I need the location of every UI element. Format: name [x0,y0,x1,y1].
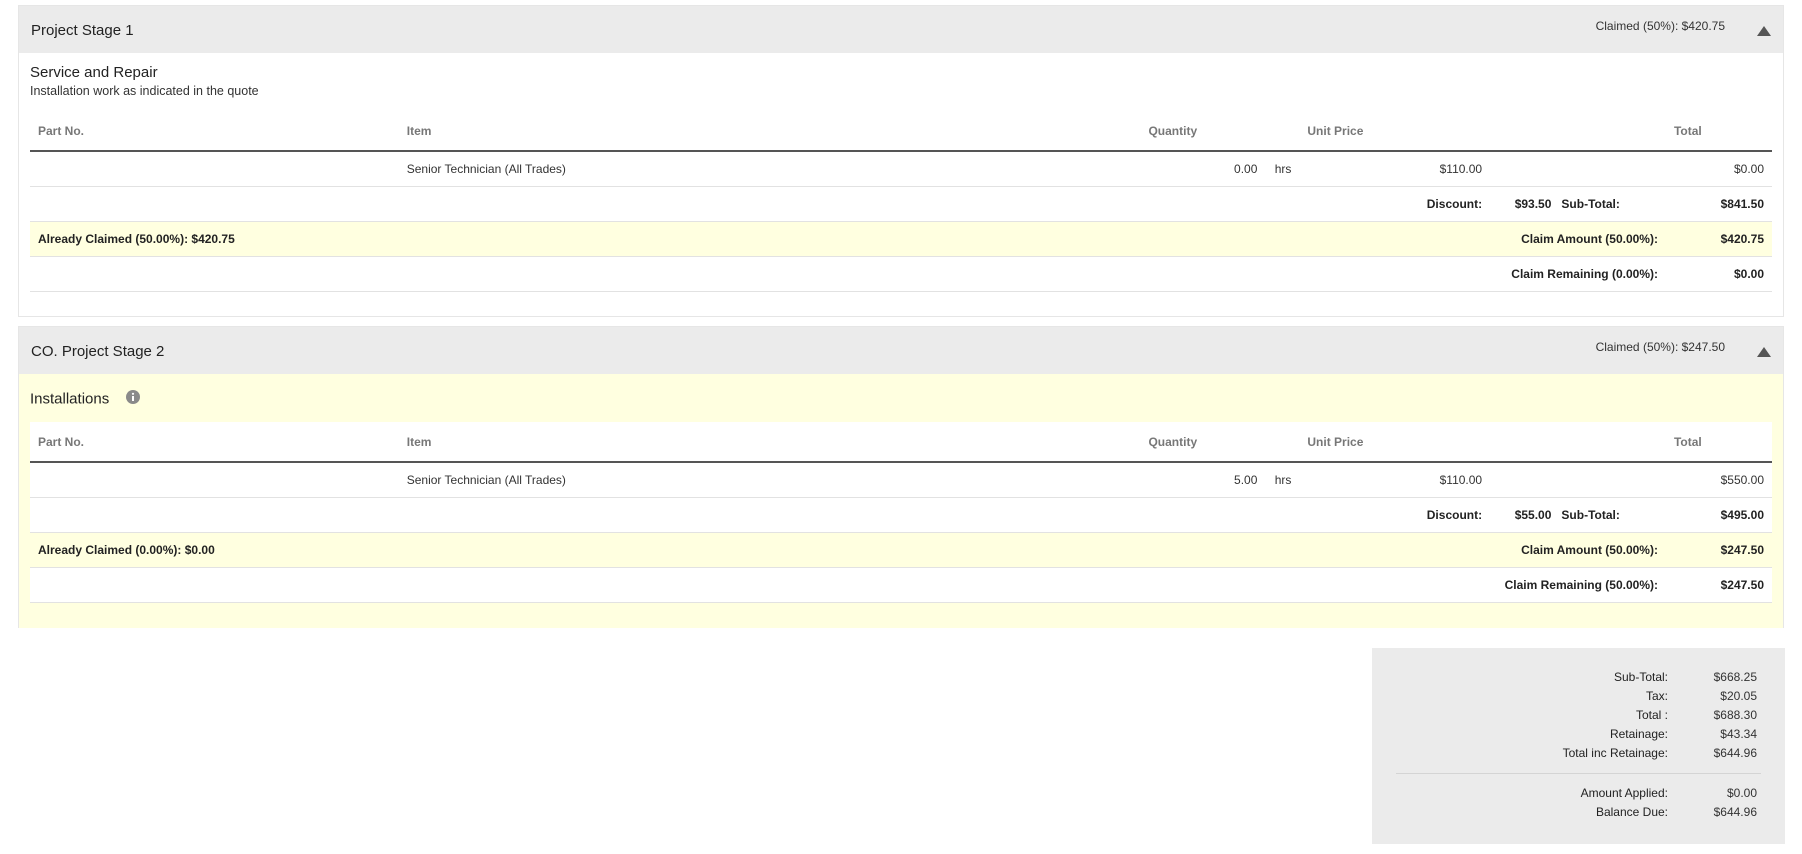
column-header-part-no: Part No. [30,422,399,463]
stage-2-claimed-summary: Claimed (50%): $247.50 [1595,340,1725,354]
cell-quantity: 5.00 hrs [1140,462,1300,498]
column-header-total: Total [1665,111,1772,152]
section-title: Service and Repair [30,64,158,81]
totals-total-row: Total : $688.30 [1372,708,1785,726]
column-header-unit-price: Unit Price [1299,111,1491,152]
section-title: Installations [30,390,110,408]
totals-tax-label: Tax: [1645,689,1668,703]
claim-remaining-value: $0.00 [1665,256,1772,292]
cell-item: Senior Technician (All Trades) [398,462,1141,498]
claim-remaining-row: Claim Remaining (0.00%): $0.00 [30,256,1772,292]
cell-part-no [30,151,399,187]
subtotal-label: Sub-Total: [1561,508,1620,522]
totals-amount-applied-value: $0.00 [1726,786,1757,800]
column-header-item: Item [398,111,1141,152]
stage-2-header[interactable]: CO. Project Stage 2 Claimed (50%): $247.… [19,327,1783,374]
cell-unit-price: $110.00 [1299,151,1491,187]
cell-total: $550.00 [1665,462,1772,498]
table-row: Senior Technician (All Trades) 5.00 hrs $… [30,462,1772,498]
claim-amount-row: Already Claimed (50.00%): $420.75 Claim … [30,221,1772,257]
totals-balance-due-row: Balance Due: $644.96 [1372,805,1785,823]
cell-part-no [30,462,399,498]
stage-2-panel: CO. Project Stage 2 Claimed (50%): $247.… [18,326,1784,628]
stage-2-title: CO. Project Stage 2 [31,343,165,360]
column-header-part-no: Part No. [30,111,399,152]
discount-value: $93.50 Sub-Total: [1490,186,1628,222]
totals-total-inc-retainage-row: Total inc Retainage: $644.96 [1372,746,1785,764]
discount-value: $55.00 Sub-Total: [1490,497,1628,533]
section-title-row: Installations [30,390,1772,409]
column-header-quantity: Quantity [1140,111,1300,152]
totals-total-label: Total : [1635,708,1668,722]
info-icon[interactable] [125,390,140,409]
cell-quantity: 0.00 hrs [1140,151,1300,187]
stage-1-items-table: Part No. Item Quantity Unit Price Total … [30,111,1772,292]
totals-balance-due-label: Balance Due: [1595,805,1668,819]
totals-amount-applied-row: Amount Applied: $0.00 [1372,786,1785,804]
subtotal-value: $841.50 [1665,186,1772,222]
claim-amount-label: Claim Amount (50.00%): [1490,221,1666,257]
totals-subtotal-label: Sub-Total: [1613,670,1668,684]
totals-balance-due-value: $644.96 [1713,805,1757,819]
claim-remaining-row: Claim Remaining (50.00%): $247.50 [30,567,1772,603]
totals-total-inc-retainage-value: $644.96 [1713,746,1757,760]
cell-item: Senior Technician (All Trades) [398,151,1141,187]
discount-label: Discount: [1299,186,1491,222]
claim-remaining-value: $247.50 [1665,567,1772,603]
totals-total-value: $688.30 [1713,708,1757,722]
discount-row: Discount: $55.00 Sub-Total: $495.00 [30,497,1772,533]
table-row: Senior Technician (All Trades) 0.00 hrs $… [30,151,1772,187]
collapse-triangle-icon[interactable] [1757,26,1771,36]
totals-tax-value: $20.05 [1720,689,1757,703]
totals-retainage-label: Retainage: [1609,727,1668,741]
subtotal-value: $495.00 [1665,497,1772,533]
cell-unit-price: $110.00 [1299,462,1491,498]
quantity-value: 0.00 [1234,162,1258,176]
invoice-totals-panel: Sub-Total: $668.25 Tax: $20.05 Total : $… [1372,648,1785,844]
totals-total-inc-retainage-label: Total inc Retainage: [1562,746,1668,760]
claim-amount-value: $247.50 [1665,532,1772,568]
claim-remaining-label: Claim Remaining (50.00%): [1490,567,1666,603]
quantity-unit: hrs [1274,162,1292,176]
subtotal-label: Sub-Total: [1561,197,1620,211]
totals-tax-row: Tax: $20.05 [1372,689,1785,707]
quantity-value: 5.00 [1234,473,1258,487]
totals-subtotal-row: Sub-Total: $668.25 [1372,670,1785,688]
totals-subtotal-value: $668.25 [1713,670,1757,684]
column-header-unit-price: Unit Price [1299,422,1491,463]
totals-retainage-row: Retainage: $43.34 [1372,727,1785,745]
collapse-triangle-icon[interactable] [1757,347,1771,357]
stage-1-claimed-summary: Claimed (50%): $420.75 [1595,19,1725,33]
claim-amount-label: Claim Amount (50.00%): [1490,532,1666,568]
section-description: Installation work as indicated in the qu… [30,84,259,98]
stage-1-title: Project Stage 1 [31,22,134,39]
column-header-item: Item [398,422,1141,463]
totals-divider [1396,773,1761,774]
claim-amount-value: $420.75 [1665,221,1772,257]
column-header-quantity: Quantity [1140,422,1300,463]
stage-1-panel: Project Stage 1 Claimed (50%): $420.75 S… [18,5,1784,317]
quantity-unit: hrs [1274,473,1292,487]
discount-label: Discount: [1299,497,1491,533]
claim-remaining-label: Claim Remaining (0.00%): [1490,256,1666,292]
already-claimed-text: Already Claimed (0.00%): $0.00 [30,532,1141,568]
column-header-total: Total [1665,422,1772,463]
stage-2-items-table: Part No. Item Quantity Unit Price Total … [30,422,1772,603]
cell-total: $0.00 [1665,151,1772,187]
totals-retainage-value: $43.34 [1720,727,1757,741]
claim-amount-row: Already Claimed (0.00%): $0.00 Claim Amo… [30,532,1772,568]
discount-row: Discount: $93.50 Sub-Total: $841.50 [30,186,1772,222]
totals-amount-applied-label: Amount Applied: [1580,786,1668,800]
already-claimed-text: Already Claimed (50.00%): $420.75 [30,221,1141,257]
stage-1-header[interactable]: Project Stage 1 Claimed (50%): $420.75 [19,6,1783,53]
